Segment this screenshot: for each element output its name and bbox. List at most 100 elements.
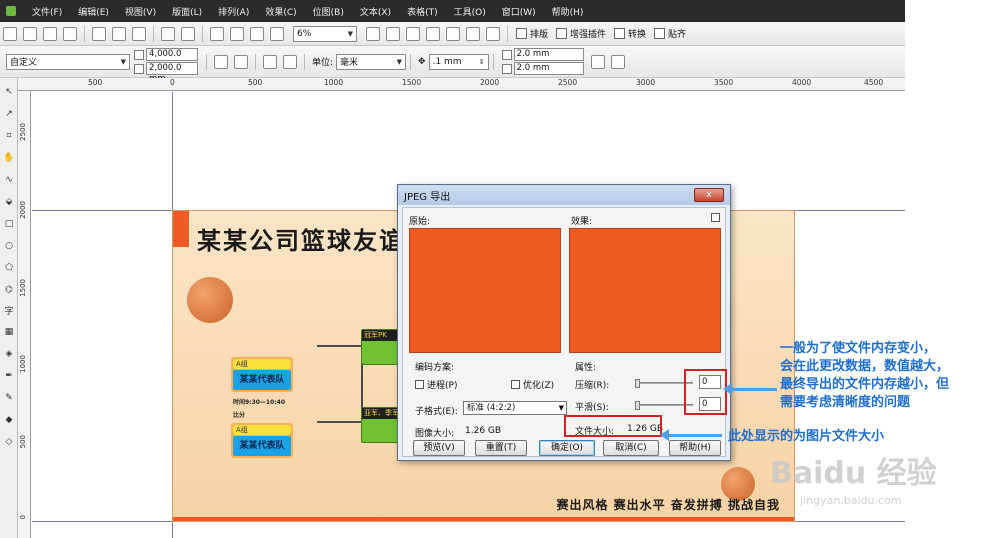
progressive-checkbox[interactable]: 进程(P) [415, 378, 457, 391]
menu-text[interactable]: 文本(X) [352, 5, 399, 18]
outline-pen-icon[interactable]: ✎ [3, 392, 15, 404]
new-icon[interactable] [3, 26, 17, 41]
dup-y-input[interactable]: 2.0 mm [513, 62, 584, 75]
properties-label: 属性: [575, 363, 597, 373]
ruler-h-tick: 3500 [714, 78, 734, 87]
plugin-convert[interactable]: 转换 [614, 27, 646, 40]
plugin-enhance[interactable]: 增强插件 [556, 27, 606, 40]
zoom-height-icon[interactable] [466, 26, 480, 41]
import-icon[interactable] [210, 26, 224, 41]
cut-icon[interactable] [92, 26, 106, 41]
image-size-value: 1.26 GB [465, 426, 502, 436]
menu-edit[interactable]: 编辑(E) [70, 5, 117, 18]
image-size-label: 图像大小: [415, 429, 455, 439]
redo-icon[interactable] [181, 26, 195, 41]
basketball-icon [187, 277, 233, 323]
menu-arrange[interactable]: 排列(A) [210, 5, 257, 18]
help-button[interactable]: 帮助(H) [669, 440, 721, 456]
open-icon[interactable] [23, 26, 37, 41]
all-pages-icon[interactable] [263, 54, 277, 69]
plugin-snap[interactable]: 贴齐 [654, 27, 686, 40]
ellipse-tool-icon[interactable]: ○ [3, 240, 15, 252]
units-icon[interactable] [590, 54, 605, 69]
subformat-combo[interactable]: 标准 (4:2:2) ▼ [463, 401, 567, 415]
page-height-input[interactable]: 2,000.0 mm [146, 62, 198, 84]
fill-tool-icon[interactable]: ◆ [3, 414, 15, 426]
subformat-value: 标准 (4:2:2) [467, 403, 516, 413]
height-icon [134, 63, 144, 74]
eyedropper-icon[interactable]: ✒ [3, 370, 15, 382]
cancel-button[interactable]: 取消(C) [603, 440, 659, 456]
zoom-in-icon[interactable] [366, 26, 380, 41]
menu-layout[interactable]: 版面(L) [164, 5, 210, 18]
undo-icon[interactable] [161, 26, 175, 41]
interactive-tool-icon[interactable]: ◈ [3, 348, 15, 360]
dup-x-input[interactable]: 2.0 mm [513, 48, 584, 61]
current-page-icon[interactable] [283, 54, 297, 69]
ruler-h-tick: 0 [170, 78, 175, 87]
preview-button[interactable]: 预览(V) [413, 440, 465, 456]
table-tool-icon[interactable]: ▦ [3, 326, 15, 338]
menu-tools[interactable]: 工具(O) [446, 5, 494, 18]
menu-view[interactable]: 视图(V) [117, 5, 164, 18]
property-bar: 自定义 ▼ 4,000.0 mm 2,000.0 mm 单位: 毫米 ▼ ✥ .1 … [0, 46, 905, 84]
zoom-combo[interactable]: 6% ▼ [293, 25, 357, 42]
reset-button[interactable]: 重置(T) [475, 440, 527, 456]
zoom-width-icon[interactable] [446, 26, 460, 41]
zoom-fit-icon[interactable] [406, 26, 420, 41]
landscape-icon[interactable] [234, 54, 248, 69]
ruler-v-tick: 1000 [19, 355, 27, 373]
page-width-input[interactable]: 4,000.0 mm [146, 48, 198, 70]
treat-as-filled-icon[interactable] [610, 54, 625, 69]
app-launcher-icon[interactable] [270, 26, 284, 41]
slider-handle[interactable] [635, 379, 640, 388]
crop-tool-icon[interactable]: ⌗ [3, 130, 15, 142]
text-tool-icon[interactable]: 字 [3, 304, 15, 317]
menu-effects[interactable]: 效果(C) [257, 5, 304, 18]
close-button[interactable]: x [694, 188, 724, 202]
paste-icon[interactable] [132, 26, 146, 41]
unit-combo[interactable]: 毫米 ▼ [336, 53, 407, 70]
chevron-down-icon: ▼ [396, 57, 403, 66]
zoom-page-icon[interactable] [426, 26, 440, 41]
menu-window[interactable]: 窗口(W) [494, 5, 544, 18]
smart-fill-icon[interactable]: ⬙ [3, 196, 15, 208]
maximize-preview-icon[interactable] [711, 213, 720, 222]
slider-handle[interactable] [635, 401, 640, 410]
nudge-icon: ✥ [418, 56, 426, 67]
menu-bitmaps[interactable]: 位图(B) [305, 5, 352, 18]
menu-help[interactable]: 帮助(H) [544, 5, 592, 18]
shape-tool-icon[interactable]: ↗ [3, 108, 15, 120]
portrait-icon[interactable] [214, 54, 228, 69]
print-icon[interactable] [63, 26, 77, 41]
poster-slogan: 赛出风格 赛出水平 奋发拼搏 挑战自我 [556, 498, 780, 512]
basic-shapes-icon[interactable]: ⌬ [3, 284, 15, 296]
original-preview [409, 228, 561, 353]
rectangle-tool-icon[interactable]: □ [3, 218, 15, 230]
optimize-checkbox[interactable]: 优化(Z) [511, 378, 554, 391]
save-icon[interactable] [43, 26, 57, 41]
menu-table[interactable]: 表格(T) [399, 5, 446, 18]
subformat-label: 子格式(E): [415, 407, 458, 417]
zoom-out-icon[interactable] [386, 26, 400, 41]
zoom-selected-icon[interactable] [486, 26, 500, 41]
copy-icon[interactable] [112, 26, 126, 41]
launcher-icon[interactable] [250, 26, 264, 41]
pick-tool-icon[interactable]: ↖ [3, 86, 15, 98]
dialog-titlebar[interactable]: JPEG 导出 [398, 185, 730, 205]
dialog-title: JPEG 导出 [404, 191, 451, 203]
zoom-tool-icon[interactable]: ✋ [3, 152, 15, 164]
team-group-label: A组 [233, 425, 291, 435]
interactive-fill-icon[interactable]: ◇ [3, 436, 15, 448]
dup-x-icon [501, 49, 512, 60]
page-preset-combo[interactable]: 自定义 ▼ [6, 53, 130, 70]
ok-button[interactable]: 确定(O) [539, 440, 595, 456]
menu-file[interactable]: 文件(F) [24, 5, 70, 18]
export-icon[interactable] [230, 26, 244, 41]
polygon-tool-icon[interactable]: ⬠ [3, 262, 15, 274]
plugin-typeset[interactable]: 排版 [516, 27, 548, 40]
ruler-h-tick: 500 [88, 78, 103, 87]
annotation-file-size: 此处显示的为图片文件大小 [728, 429, 885, 444]
freehand-tool-icon[interactable]: ∿ [3, 174, 15, 186]
nudge-input[interactable]: .1 mm ⇕ [428, 53, 489, 70]
